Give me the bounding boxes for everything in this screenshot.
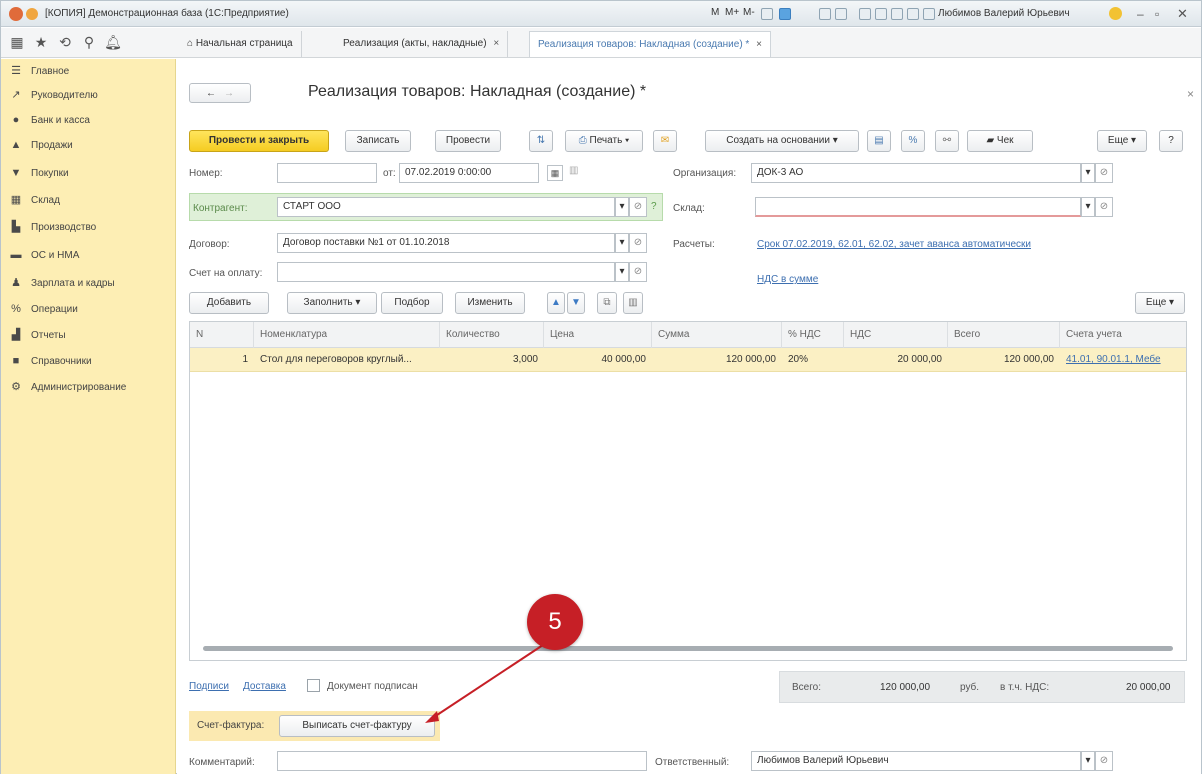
copy-icon[interactable]	[923, 8, 935, 20]
sidebar-item-operations[interactable]: % Операции	[9, 299, 78, 319]
book-icon: ■	[12, 355, 20, 367]
apps-grid-icon[interactable]: ▦	[7, 34, 27, 51]
current-user[interactable]: Любимов Валерий Юрьевич	[938, 8, 1070, 19]
tab-home[interactable]: ⌂ Начальная страница	[179, 31, 302, 57]
sidebar-item-manager[interactable]: ↗ Руководителю	[9, 85, 97, 105]
trend-icon: ↗	[11, 89, 21, 101]
favorites-star-icon[interactable]: ★	[31, 34, 51, 51]
memory-minus-button[interactable]: M-	[743, 7, 755, 18]
gear-icon: ⚙	[11, 381, 21, 393]
calculator-icon[interactable]	[835, 8, 847, 20]
search-icon[interactable]	[761, 8, 773, 20]
menu-icon: ☰	[11, 65, 21, 77]
save-icon[interactable]	[907, 8, 919, 20]
operations-icon: %	[11, 303, 21, 315]
window-icon[interactable]	[779, 8, 791, 20]
warehouse-icon: ▦	[10, 194, 22, 206]
title-bar: [КОПИЯ] Демонстрационная база (1С:Предпр…	[1, 1, 1201, 27]
close-tab-icon[interactable]: ×	[756, 39, 762, 50]
app-menu-icon[interactable]	[26, 8, 38, 20]
truck-icon: ▬	[10, 249, 22, 261]
preview-icon[interactable]	[891, 8, 903, 20]
sidebar-item-catalogs[interactable]: ■ Справочники	[9, 351, 92, 371]
print-icon[interactable]	[875, 8, 887, 20]
annotation-arrow	[425, 644, 544, 723]
sections-sidebar: ☰ Главное ↗ Руководителю ● Банк и касса ▲ Пр…	[1, 59, 176, 774]
window-title: [КОПИЯ] Демонстрационная база (1С:Предпр…	[45, 8, 289, 19]
sidebar-item-production[interactable]: ▙ Производство	[9, 217, 96, 237]
home-icon: ⌂	[187, 38, 194, 49]
sidebar-item-assets[interactable]: ▬ ОС и НМА	[9, 245, 80, 265]
sales-icon: ▲	[10, 139, 22, 151]
bell-icon[interactable]: 🔔︎	[103, 34, 123, 51]
history-icon[interactable]: ⟲	[55, 34, 75, 51]
document-form: ← → Реализация товаров: Накладная (создан…	[177, 59, 1201, 774]
step-marker: 5	[527, 594, 583, 650]
sidebar-item-warehouse[interactable]: ▦ Склад	[9, 190, 60, 210]
person-icon: ♟	[11, 277, 21, 289]
close-window-icon[interactable]: ✕	[1177, 6, 1188, 22]
tab-sales-document[interactable]: Реализация товаров: Накладная (создание)…	[529, 31, 771, 57]
sidebar-item-salary[interactable]: ♟ Зарплата и кадры	[9, 273, 115, 293]
cart-icon: ▼	[10, 167, 22, 179]
sidebar-item-admin[interactable]: ⚙ Администрирование	[9, 377, 126, 397]
minimize-icon[interactable]: –	[1137, 7, 1144, 21]
tab-sales-list[interactable]: Реализация (акты, накладные) ×	[335, 31, 509, 57]
bank-icon: ●	[12, 114, 20, 126]
grid-view-icon[interactable]	[859, 8, 871, 20]
sidebar-item-bank[interactable]: ● Банк и касса	[9, 110, 90, 130]
search-icon[interactable]: ⚲	[79, 34, 99, 51]
memory-plus-button[interactable]: M+	[725, 7, 739, 18]
sidebar-item-main[interactable]: ☰ Главное	[9, 61, 69, 81]
chart-icon: ▟	[11, 329, 21, 341]
sidebar-item-purchases[interactable]: ▼ Покупки	[9, 163, 69, 183]
sidebar-item-reports[interactable]: ▟ Отчеты	[9, 325, 66, 345]
factory-icon: ▙	[11, 221, 21, 233]
info-icon[interactable]	[1109, 7, 1122, 20]
memory-m-button[interactable]: M	[711, 7, 719, 18]
application-window: [КОПИЯ] Демонстрационная база (1С:Предпр…	[0, 0, 1202, 774]
calendar-icon[interactable]	[819, 8, 831, 20]
sidebar-item-sales[interactable]: ▲ Продажи	[9, 135, 73, 155]
restore-icon[interactable]: ▫	[1155, 7, 1159, 21]
app-logo-icon[interactable]	[9, 7, 23, 21]
close-tab-icon[interactable]: ×	[493, 38, 499, 49]
tabs-bar: ▦ ★ ⟲ ⚲ 🔔︎ ⌂ Начальная страница Реализац…	[1, 28, 1201, 58]
